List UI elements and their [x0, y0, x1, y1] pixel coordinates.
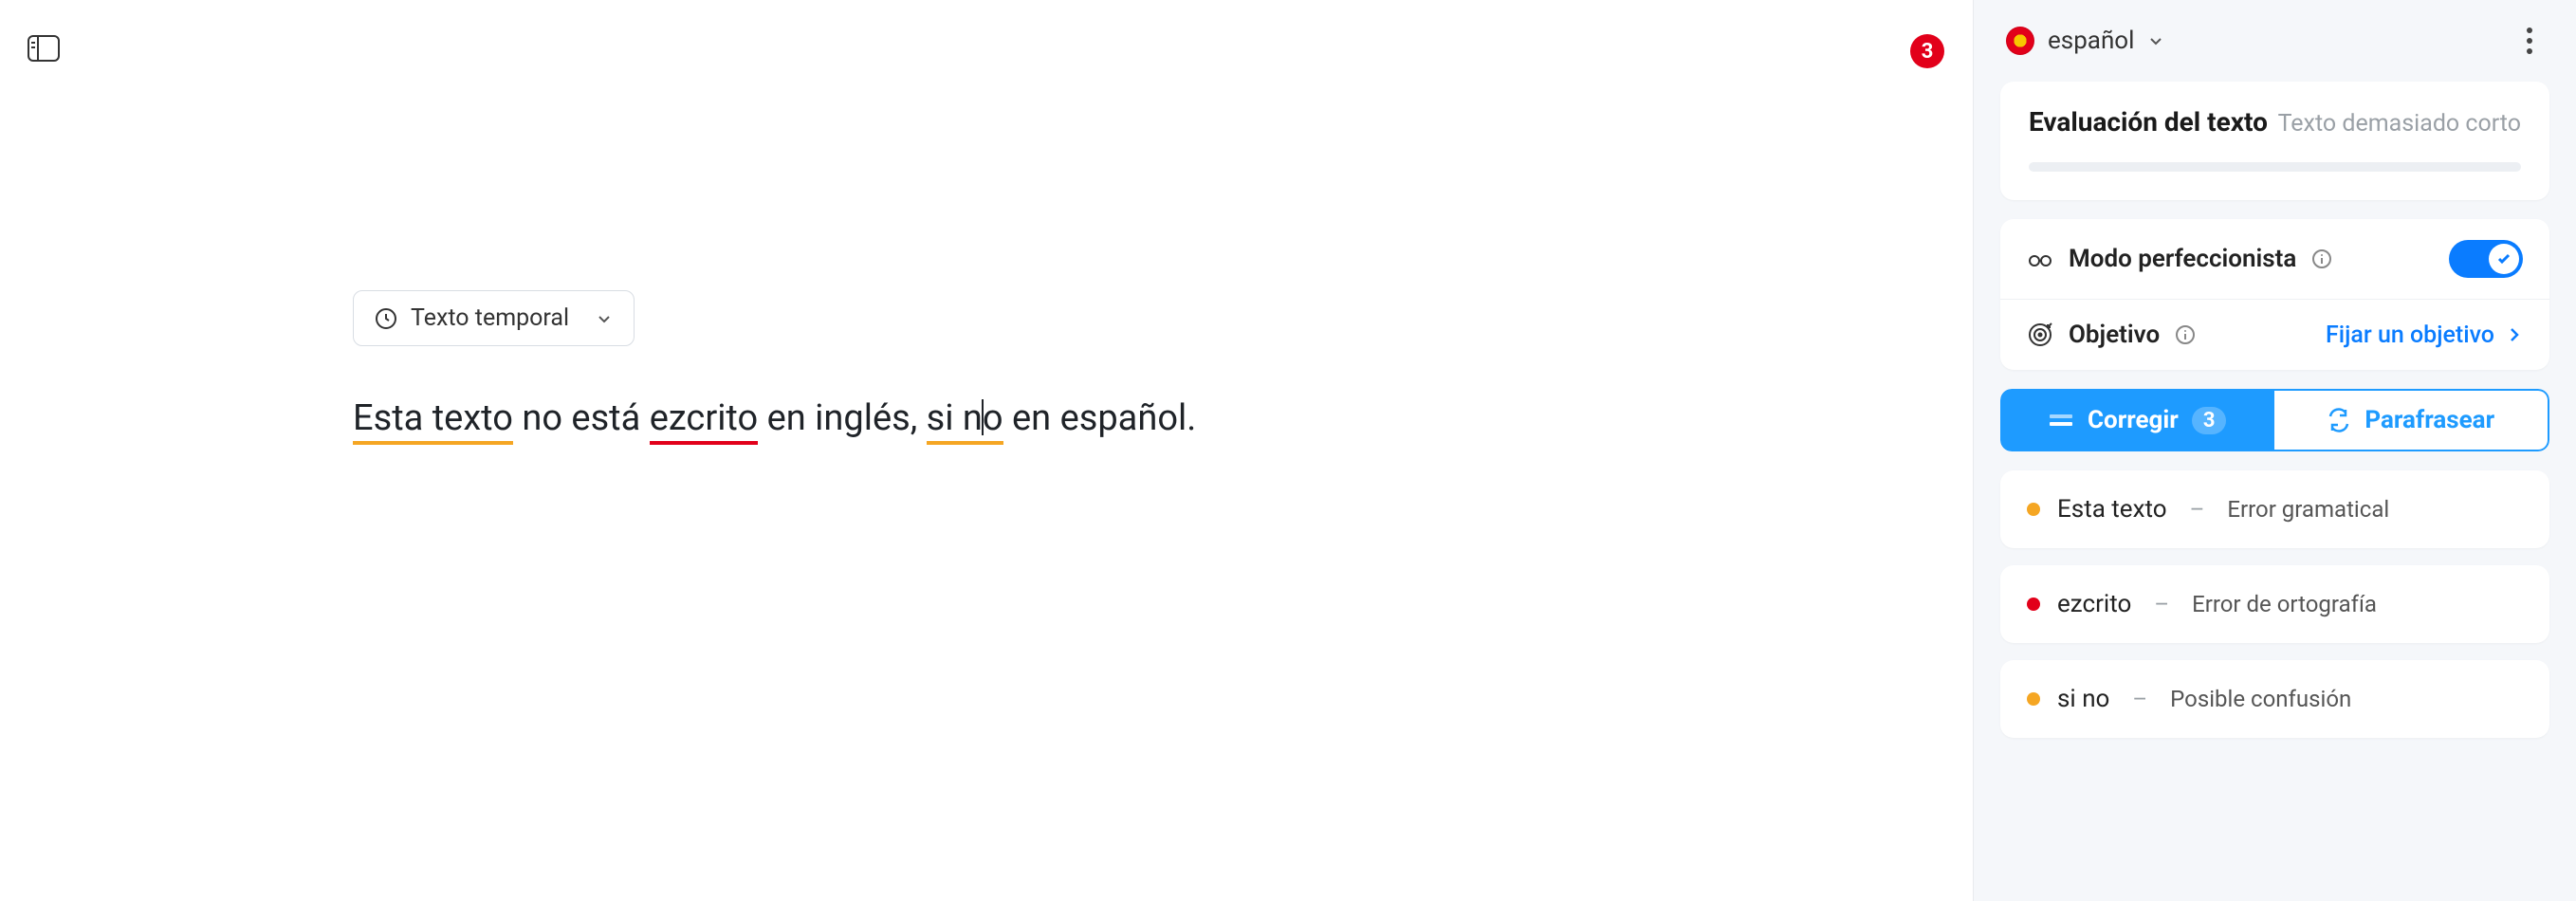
issue-type: Error de ortografía [2192, 591, 2377, 617]
set-objective-link[interactable]: Fijar un objetivo [2326, 322, 2523, 349]
issue-term: Esta texto [2057, 495, 2167, 524]
tab-paraphrase[interactable]: Parafrasear [2274, 389, 2550, 451]
set-objective-label: Fijar un objetivo [2326, 322, 2494, 349]
editor-pane: 3 Texto temporal Esta texto no está ezcr… [0, 0, 1973, 901]
perfectionist-row: Modo perfeccionista [2000, 219, 2549, 299]
evaluation-card: Evaluación del texto Texto demasiado cor… [2000, 82, 2549, 200]
info-icon[interactable] [2175, 324, 2196, 345]
text-segment: en español. [1003, 397, 1197, 439]
issue-separator: – [2154, 591, 2169, 617]
error-span-grammar[interactable]: Esta texto [353, 397, 513, 445]
issue-dot-icon [2027, 503, 2040, 516]
perfectionist-toggle[interactable] [2449, 240, 2523, 278]
glasses-icon [2027, 246, 2053, 272]
objective-row: Objetivo Fijar un objetivo [2000, 299, 2549, 370]
issue-item[interactable]: si no – Posible confusión [2000, 660, 2549, 738]
more-menu-icon[interactable] [2515, 27, 2544, 55]
tab-paraphrase-label: Parafrasear [2364, 406, 2494, 434]
issue-item[interactable]: Esta texto – Error gramatical [2000, 470, 2549, 548]
check-icon [2496, 251, 2512, 267]
objective-label: Objetivo [2069, 321, 2160, 349]
document-type-label: Texto temporal [411, 304, 569, 332]
document-type-dropdown[interactable]: Texto temporal [353, 290, 635, 346]
issue-term: si no [2057, 685, 2109, 713]
issue-separator: – [2190, 496, 2205, 523]
issue-type: Posible confusión [2170, 686, 2351, 712]
correct-icon [2048, 411, 2074, 430]
language-label: español [2048, 27, 2134, 55]
issue-dot-icon [2027, 598, 2040, 611]
tab-correct[interactable]: Corregir 3 [2000, 389, 2274, 451]
sidebar-top: español [2000, 27, 2549, 63]
editor-textarea[interactable]: Esta texto no está ezcrito en inglés, si… [353, 392, 1681, 446]
action-tabs: Corregir 3 Parafrasear [2000, 389, 2549, 451]
tab-correct-count: 3 [2192, 407, 2227, 434]
target-icon [2027, 322, 2053, 348]
chevron-down-icon [2147, 32, 2164, 49]
issue-item[interactable]: ezcrito – Error de ortografía [2000, 565, 2549, 643]
evaluation-title: Evaluación del texto [2029, 106, 2268, 138]
evaluation-subtitle: Texto demasiado corto [2278, 110, 2521, 138]
issue-dot-icon [2027, 692, 2040, 706]
evaluation-progress-bar [2029, 162, 2521, 172]
sidebar: español Evaluación del texto Texto demas… [1973, 0, 2576, 901]
text-segment: en inglés, [758, 397, 926, 439]
toggle-knob [2489, 244, 2519, 274]
issue-type: Error gramatical [2227, 496, 2389, 523]
language-selector[interactable]: español [2006, 27, 2164, 55]
issues-list: Esta texto – Error gramatical ezcrito – … [2000, 470, 2549, 738]
clock-icon [375, 307, 397, 330]
issue-separator: – [2132, 686, 2147, 712]
error-span-confusion[interactable]: si no [927, 397, 1003, 445]
panel-toggle-icon[interactable] [27, 34, 61, 63]
info-icon[interactable] [2311, 248, 2332, 269]
error-count-badge[interactable]: 3 [1910, 34, 1944, 68]
chevron-down-icon [596, 310, 613, 327]
error-count-value: 3 [1922, 40, 1934, 64]
chevron-right-icon [2506, 326, 2523, 343]
paraphrase-icon [2327, 408, 2351, 432]
error-span-spelling[interactable]: ezcrito [650, 397, 758, 445]
text-segment: no está [513, 397, 650, 439]
settings-card: Modo perfeccionista [2000, 219, 2549, 370]
tab-correct-label: Corregir [2088, 406, 2179, 434]
editor-wrap: Texto temporal Esta texto no está ezcrit… [353, 290, 1681, 446]
perfectionist-label: Modo perfeccionista [2069, 245, 2296, 273]
flag-icon [2006, 27, 2034, 55]
issue-term: ezcrito [2057, 590, 2131, 618]
